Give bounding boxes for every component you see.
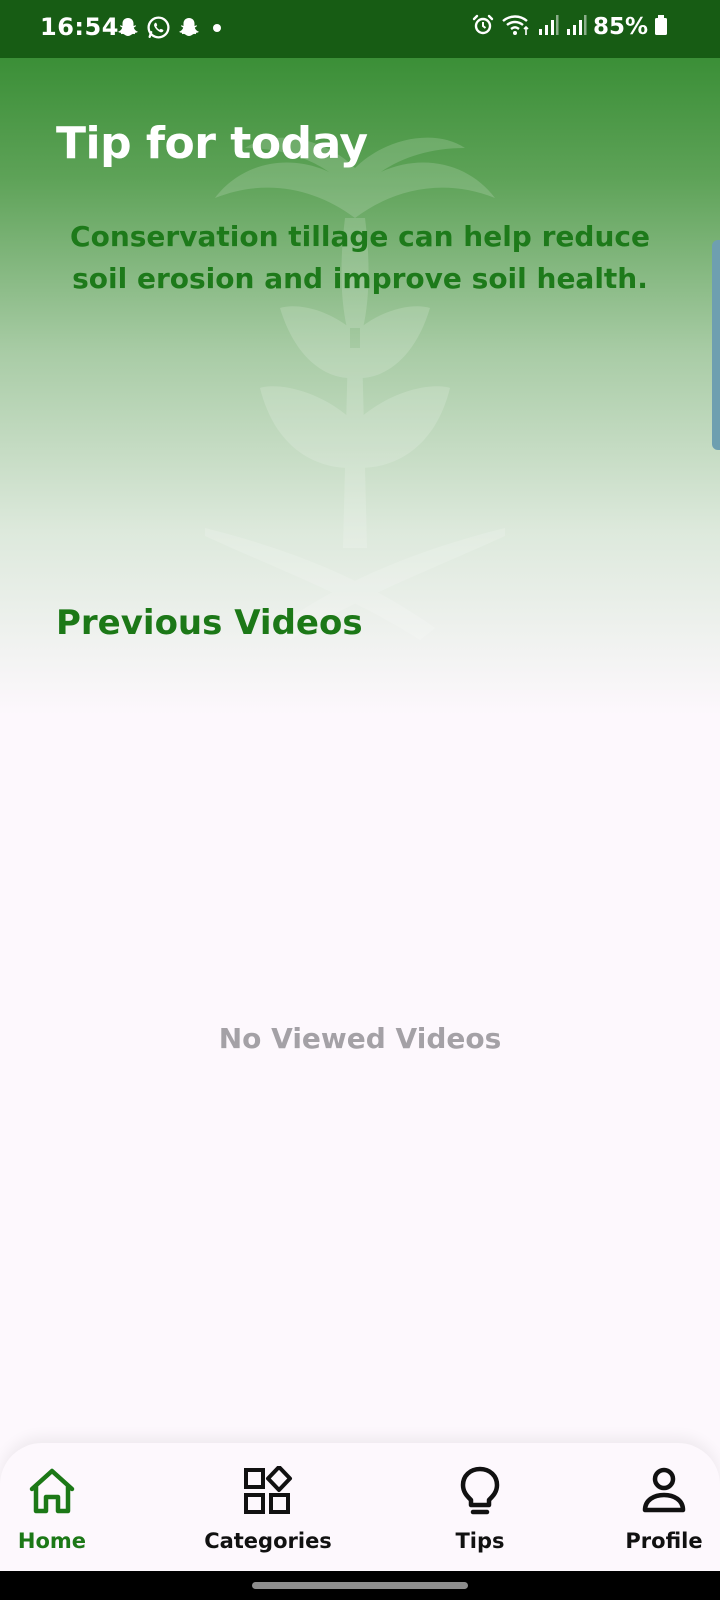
dot-icon <box>207 16 227 44</box>
person-icon <box>635 1465 693 1517</box>
status-time: 16:54 <box>40 13 119 41</box>
nav-item-categories[interactable]: Categories <box>178 1465 358 1553</box>
signal-icon <box>537 13 559 41</box>
alarm-icon <box>471 13 495 41</box>
nav-label-profile: Profile <box>625 1529 703 1553</box>
home-gesture-pill[interactable] <box>252 1582 468 1589</box>
previous-videos-heading: Previous Videos <box>56 603 363 643</box>
tip-text: Conservation tillage can help reduce soi… <box>70 220 650 295</box>
nav-item-profile[interactable]: Profile <box>574 1465 720 1553</box>
battery-percent: 85% <box>592 14 648 40</box>
edge-panel-handle[interactable] <box>712 240 720 450</box>
system-icons: 85% <box>471 13 668 41</box>
bottom-navigation: Home Categories Tips Profile <box>0 1443 720 1571</box>
home-icon <box>23 1465 81 1517</box>
empty-videos-message: No Viewed Videos <box>218 1022 502 1055</box>
categories-icon <box>239 1465 297 1517</box>
battery-icon <box>654 13 668 41</box>
tip-title: Tip for today <box>56 118 368 169</box>
nav-item-tips[interactable]: Tips <box>390 1465 570 1553</box>
system-gesture-bar <box>0 1571 720 1600</box>
whatsapp-icon <box>146 15 171 44</box>
snapchat-icon <box>116 16 140 44</box>
nav-item-home[interactable]: Home <box>0 1465 142 1553</box>
nav-label-tips: Tips <box>455 1529 505 1553</box>
wifi-icon <box>501 13 531 41</box>
lightbulb-icon <box>451 1465 509 1517</box>
status-bar: 16:54 85% <box>0 0 720 58</box>
snapchat-icon <box>177 16 201 44</box>
signal-icon <box>565 13 587 41</box>
notification-icons <box>116 15 227 44</box>
nav-label-home: Home <box>17 1529 87 1553</box>
nav-label-categories: Categories <box>204 1529 332 1553</box>
tip-of-the-day-banner: Tip for today Conservation tillage can h… <box>0 58 720 715</box>
palm-swords-watermark-icon <box>205 137 505 640</box>
